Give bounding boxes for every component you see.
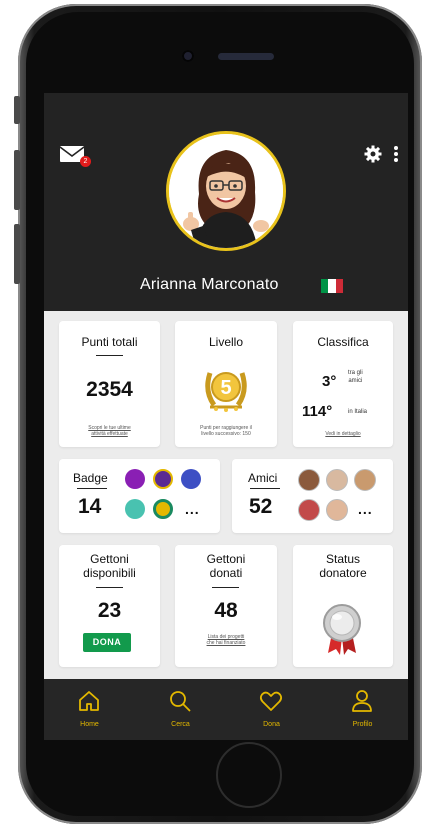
tab-cerca[interactable]: Cerca: [135, 679, 226, 740]
profile-name: Arianna Marconato: [140, 276, 279, 293]
available-tokens-value: 23: [97, 599, 122, 622]
badge-count: 14: [78, 495, 102, 518]
card-title-line-2: donati: [209, 566, 243, 580]
card-title: Classifica: [317, 335, 369, 349]
next-level-note: Punti per raggiungere il livello success…: [200, 425, 252, 437]
friends-rank-label: tra gli amici: [348, 369, 363, 385]
friend-avatar[interactable]: [298, 499, 320, 521]
card-title-line-2: disponibili: [83, 566, 136, 580]
card-title: Punti totali: [81, 335, 138, 349]
friends-label-line-2: amici: [348, 378, 363, 384]
profile-header: 2 Arianna Marconato: [44, 93, 408, 311]
friends-count: 52: [249, 495, 273, 518]
tab-profilo[interactable]: Profilo: [317, 679, 408, 740]
divider: [77, 488, 107, 489]
bottom-tab-bar: Home Cerca Dona Profilo: [44, 679, 408, 740]
heart-icon: [259, 691, 283, 711]
card-status-donatore[interactable]: Status donatore: [293, 545, 393, 667]
italy-flag-icon: [321, 279, 343, 293]
friend-avatar[interactable]: [326, 499, 348, 521]
card-title-line-1: Status: [325, 552, 361, 566]
card-title-line-2: donatore: [319, 566, 367, 580]
divider: [212, 587, 239, 588]
divider: [96, 587, 123, 588]
friends-label-line-1: tra gli: [348, 370, 363, 376]
front-camera: [182, 50, 194, 62]
megaphone-badge-icon: [125, 469, 145, 489]
tab-label: Home: [80, 721, 99, 728]
level-number: 5: [220, 377, 231, 399]
mail-notification-badge: 2: [80, 156, 91, 167]
home-icon: [79, 691, 99, 711]
silver-medal-icon: [323, 604, 361, 655]
volume-up-button[interactable]: [14, 150, 20, 210]
card-gettoni-donati[interactable]: Gettoni donati 48 Lista dei progetti che…: [175, 545, 277, 667]
more-options-icon[interactable]: [393, 145, 399, 163]
card-title-line-1: Gettoni: [90, 552, 129, 566]
tab-label: Dona: [263, 721, 280, 728]
dona-button[interactable]: DONA: [83, 633, 131, 652]
divider: [250, 488, 280, 489]
earpiece-speaker: [218, 53, 274, 60]
card-title: Gettoni donati: [175, 552, 277, 580]
search-icon: [170, 691, 191, 712]
tab-home[interactable]: Home: [44, 679, 135, 740]
level-laurel-icon: 5: [205, 372, 247, 412]
dashboard-grid: Punti totali 2354 Scopri le tue ultime a…: [44, 311, 408, 679]
friend-avatar[interactable]: [354, 469, 376, 491]
user-icon: [352, 690, 372, 712]
more-badges-indicator[interactable]: ...: [185, 501, 200, 517]
tab-label: Profilo: [352, 721, 373, 728]
gear-icon[interactable]: [364, 145, 382, 163]
divider: [96, 355, 123, 356]
ribbon-badge-icon: [153, 469, 173, 489]
card-title: Status donatore: [293, 552, 393, 580]
friends-rank: 3°: [322, 373, 337, 390]
home-hardware-button[interactable]: [216, 742, 282, 808]
italy-rank-label: in Italia: [348, 409, 368, 415]
card-title-line-1: Gettoni: [206, 552, 246, 566]
avatar[interactable]: [166, 131, 286, 251]
card-title: Badge: [73, 471, 108, 485]
funded-projects-link[interactable]: Lista dei progetti che hai finanziato: [175, 634, 277, 646]
ranking-details-link[interactable]: Vedi in dettaglio: [293, 431, 393, 437]
more-friends-indicator[interactable]: ...: [358, 501, 373, 517]
tab-dona[interactable]: Dona: [226, 679, 317, 740]
volume-down-button[interactable]: [14, 224, 20, 284]
friend-avatar[interactable]: [298, 469, 320, 491]
leaf-badge-icon: [153, 499, 173, 519]
total-points-value: 2354: [86, 378, 133, 401]
card-livello[interactable]: Livello 5 Punti per raggiungere il livel…: [175, 321, 277, 447]
card-title: Amici: [248, 471, 278, 485]
tab-label: Cerca: [171, 721, 190, 728]
bitmoji-illustration: [169, 134, 283, 248]
card-classifica[interactable]: Classifica 3° tra gli amici 114° in Ital…: [293, 321, 393, 447]
friend-avatar[interactable]: [326, 469, 348, 491]
app-screen: 2 Arianna Marconato Punti totali 2354 Sc…: [44, 93, 408, 740]
card-punti-totali[interactable]: Punti totali 2354 Scopri le tue ultime a…: [59, 321, 160, 447]
card-title: Livello: [208, 335, 244, 349]
target-badge-icon: [125, 499, 145, 519]
mute-switch[interactable]: [14, 96, 20, 124]
activities-link[interactable]: Scopri le tue ultime attività effettuate: [59, 425, 160, 437]
card-gettoni-disponibili[interactable]: Gettoni disponibili 23 DONA: [59, 545, 160, 667]
italy-rank: 114°: [302, 403, 333, 420]
card-amici[interactable]: Amici 52 ...: [232, 459, 393, 533]
card-badge[interactable]: Badge 14 ...: [59, 459, 220, 533]
add-user-badge-icon: [181, 469, 201, 489]
donated-tokens-value: 48: [214, 599, 238, 622]
card-title: Gettoni disponibili: [59, 552, 160, 580]
